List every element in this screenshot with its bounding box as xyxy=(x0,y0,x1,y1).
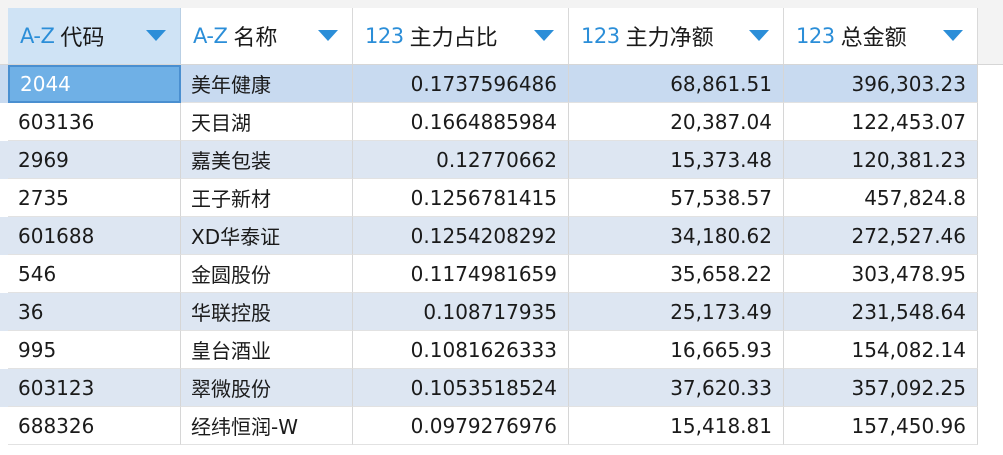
cell-code[interactable]: 546 xyxy=(8,255,181,293)
cell-code[interactable]: 36 xyxy=(8,293,181,331)
cell-name[interactable]: 皇台酒业 xyxy=(181,331,353,369)
cell-main-ratio[interactable]: 0.0979276976 xyxy=(353,407,569,445)
cell-code[interactable]: 603136 xyxy=(8,103,181,141)
cell-total-amount[interactable]: 120,381.23 xyxy=(784,141,978,179)
cell-main-ratio[interactable]: 0.1081626333 xyxy=(353,331,569,369)
table-row[interactable]: 2969 嘉美包装 0.12770662 15,373.48 120,381.23 xyxy=(0,141,978,179)
sort-dropdown-icon[interactable] xyxy=(534,30,554,41)
cell-name[interactable]: 王子新材 xyxy=(181,179,353,217)
sort-dropdown-icon[interactable] xyxy=(749,30,769,41)
cell-main-ratio[interactable]: 0.1664885984 xyxy=(353,103,569,141)
sort-dropdown-icon[interactable] xyxy=(943,30,963,41)
table-row[interactable]: 2044 美年健康 0.1737596486 68,861.51 396,303.23 xyxy=(0,65,978,103)
sort-dropdown-icon[interactable] xyxy=(146,30,166,41)
cell-code[interactable]: 2735 xyxy=(8,179,181,217)
table-row[interactable]: 36 华联控股 0.108717935 25,173.49 231,548.64 xyxy=(0,293,978,331)
cell-name[interactable]: 经纬恒润-W xyxy=(181,407,353,445)
cell-main-ratio[interactable]: 0.1254208292 xyxy=(353,217,569,255)
grid-header: A-Z 代码 A-Z 名称 123 主力占比 123 主力净额 123 总金额 xyxy=(0,0,1003,65)
cell-total-amount[interactable]: 154,082.14 xyxy=(784,331,978,369)
cell-total-amount[interactable]: 457,824.8 xyxy=(784,179,978,217)
cell-total-amount[interactable]: 122,453.07 xyxy=(784,103,978,141)
cell-total-amount[interactable]: 157,450.96 xyxy=(784,407,978,445)
column-header-total-amount[interactable]: 123 总金额 xyxy=(784,8,978,64)
cell-total-amount[interactable]: 272,527.46 xyxy=(784,217,978,255)
cell-main-net[interactable]: 15,373.48 xyxy=(569,141,784,179)
column-header-label: 主力占比 xyxy=(409,26,498,51)
table-row[interactable]: 546 金圆股份 0.1174981659 35,658.22 303,478.95 xyxy=(0,255,978,293)
cell-code[interactable]: 603123 xyxy=(8,369,181,407)
cell-main-net[interactable]: 16,665.93 xyxy=(569,331,784,369)
column-header-code[interactable]: A-Z 代码 xyxy=(8,8,181,64)
cell-main-ratio[interactable]: 0.12770662 xyxy=(353,141,569,179)
column-header-main-ratio[interactable]: 123 主力占比 xyxy=(353,8,569,64)
cell-main-ratio[interactable]: 0.1174981659 xyxy=(353,255,569,293)
column-header-label: 总金额 xyxy=(840,26,907,51)
cell-main-net[interactable]: 34,180.62 xyxy=(569,217,784,255)
table-row[interactable]: 601688 XD华泰证 0.1254208292 34,180.62 272,527.… xyxy=(0,217,978,255)
text-type-icon: A-Z xyxy=(20,24,55,48)
cell-main-ratio[interactable]: 0.1256781415 xyxy=(353,179,569,217)
number-type-icon: 123 xyxy=(796,24,835,48)
cell-main-ratio[interactable]: 0.1737596486 xyxy=(353,65,569,103)
table-row[interactable]: 2735 王子新材 0.1256781415 57,538.57 457,824.8 xyxy=(0,179,978,217)
table-row[interactable]: 688326 经纬恒润-W 0.0979276976 15,418.81 157,450… xyxy=(0,407,978,445)
column-header-label: 主力净额 xyxy=(625,26,714,51)
cell-name[interactable]: 天目湖 xyxy=(181,103,353,141)
column-header-main-net[interactable]: 123 主力净额 xyxy=(569,8,784,64)
table-row[interactable]: 603123 翠微股份 0.1053518524 37,620.33 357,092.2… xyxy=(0,369,978,407)
table-row[interactable]: 995 皇台酒业 0.1081626333 16,665.93 154,082.14 xyxy=(0,331,978,369)
number-type-icon: 123 xyxy=(365,24,404,48)
cell-main-net[interactable]: 68,861.51 xyxy=(569,65,784,103)
cell-main-net[interactable]: 20,387.04 xyxy=(569,103,784,141)
cell-main-ratio[interactable]: 0.1053518524 xyxy=(353,369,569,407)
cell-name[interactable]: 美年健康 xyxy=(181,65,353,103)
column-header-name[interactable]: A-Z 名称 xyxy=(181,8,353,64)
cell-total-amount[interactable]: 396,303.23 xyxy=(784,65,978,103)
cell-code[interactable]: 601688 xyxy=(8,217,181,255)
cell-total-amount[interactable]: 303,478.95 xyxy=(784,255,978,293)
cell-main-net[interactable]: 37,620.33 xyxy=(569,369,784,407)
cell-total-amount[interactable]: 231,548.64 xyxy=(784,293,978,331)
table-row[interactable]: 603136 天目湖 0.1664885984 20,387.04 122,453.07 xyxy=(0,103,978,141)
column-header-label: 代码 xyxy=(60,26,105,51)
cell-name[interactable]: XD华泰证 xyxy=(181,217,353,255)
cell-main-net[interactable]: 57,538.57 xyxy=(569,179,784,217)
cell-code[interactable]: 2969 xyxy=(8,141,181,179)
cell-main-net[interactable]: 15,418.81 xyxy=(569,407,784,445)
cell-code[interactable]: 995 xyxy=(8,331,181,369)
text-type-icon: A-Z xyxy=(193,24,228,48)
sort-dropdown-icon[interactable] xyxy=(318,30,338,41)
data-grid: A-Z 代码 A-Z 名称 123 主力占比 123 主力净额 123 总金额 … xyxy=(0,0,1003,455)
cell-main-ratio[interactable]: 0.108717935 xyxy=(353,293,569,331)
cell-name[interactable]: 翠微股份 xyxy=(181,369,353,407)
cell-main-net[interactable]: 25,173.49 xyxy=(569,293,784,331)
cell-name[interactable]: 嘉美包装 xyxy=(181,141,353,179)
cell-name[interactable]: 金圆股份 xyxy=(181,255,353,293)
column-header-label: 名称 xyxy=(233,26,278,51)
cell-code[interactable]: 2044 xyxy=(8,65,181,103)
cell-total-amount[interactable]: 357,092.25 xyxy=(784,369,978,407)
cell-name[interactable]: 华联控股 xyxy=(181,293,353,331)
cell-main-net[interactable]: 35,658.22 xyxy=(569,255,784,293)
number-type-icon: 123 xyxy=(581,24,620,48)
cell-code[interactable]: 688326 xyxy=(8,407,181,445)
